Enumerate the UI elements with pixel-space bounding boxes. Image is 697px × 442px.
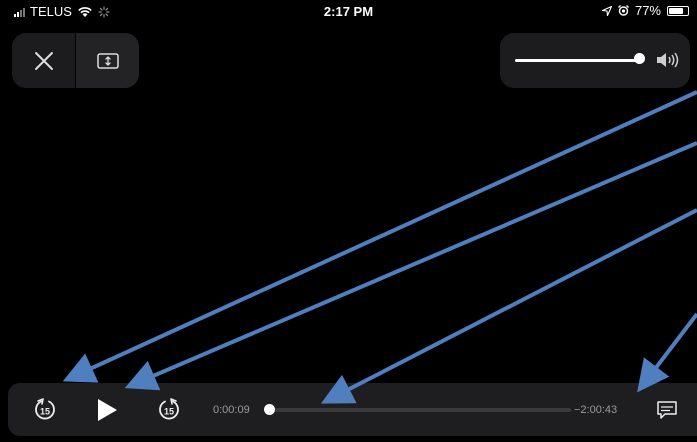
arrow-to-skip-back [62,90,697,383]
captions-button[interactable] [654,397,680,423]
skip-forward-button[interactable]: 15 [154,396,184,424]
volume-knob[interactable] [634,53,646,64]
captions-icon [657,401,677,419]
battery-percent: 77% [634,3,661,18]
scrubber-knob[interactable] [263,404,275,415]
status-time: 2:17 PM [323,4,374,19]
skip-back-icon: 15 [35,398,55,420]
skip-back-label: 15 [40,407,50,417]
close-button[interactable] [12,33,75,88]
play-button[interactable] [92,396,122,424]
remaining-time: −2:00:43 [574,404,618,416]
battery-fill [669,7,683,14]
player-control-bar: 15 15 0:00:09 −2:00:43 [8,383,697,436]
arrow-to-play [124,141,697,391]
volume-slider[interactable] [515,59,645,62]
volume-fill [515,59,640,62]
battery-icon [667,5,689,16]
status-right: 77% [601,3,689,18]
status-bar: TELUS 2:17 PM 77% [0,0,697,22]
close-icon [34,51,53,70]
elapsed-time: 0:00:09 [213,404,250,416]
skip-back-button[interactable]: 15 [30,396,60,424]
skip-forward-icon: 15 [159,398,179,420]
progress-bar[interactable] [266,408,571,412]
arrow-to-progress [320,208,697,404]
alarm-icon [618,5,629,16]
speaker-icon[interactable] [656,51,682,69]
volume-control [500,33,690,88]
skip-forward-label: 15 [164,407,174,417]
resize-icon [96,52,119,69]
top-controls [12,33,139,88]
location-arrow-icon [601,5,612,16]
arrow-to-remaining [637,312,697,393]
play-icon [98,399,117,421]
resize-button[interactable] [75,33,139,88]
